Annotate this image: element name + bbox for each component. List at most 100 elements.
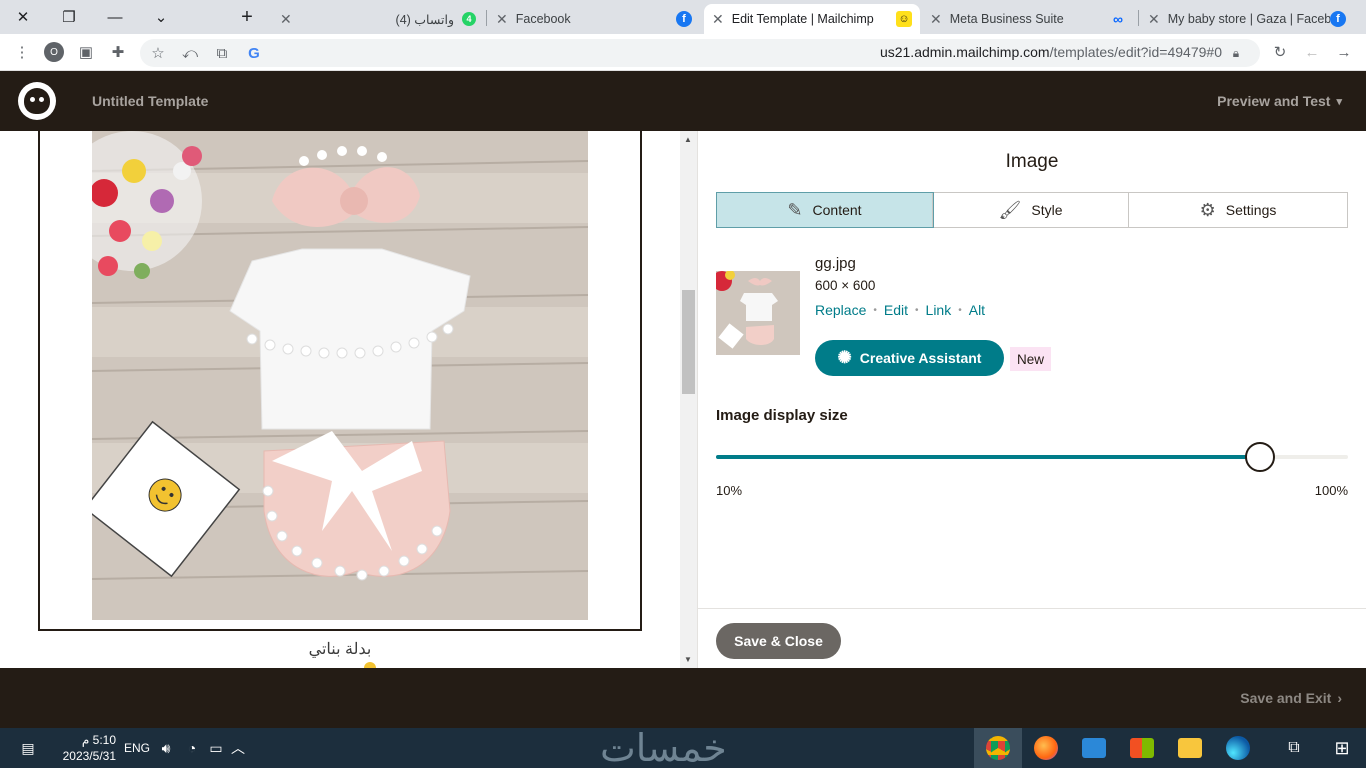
browser-tab-whatsapp[interactable]: ✕ واتساب (4) 4 [272, 4, 484, 34]
slider-fill [716, 455, 1260, 459]
tab-search-chevron-icon[interactable]: ⌄ [138, 0, 184, 34]
url-text[interactable]: us21.admin.mailchimp.com/templates/edit?… [880, 44, 1222, 60]
mailchimp-footer: Save and Exit › [0, 668, 1366, 728]
facebook-icon: f [676, 11, 692, 27]
taskbar-start[interactable]: ⊞ [1318, 728, 1366, 768]
new-tab-icon[interactable]: + [224, 0, 270, 34]
reload-icon[interactable]: ↻ [1270, 42, 1290, 62]
bookmark-star-icon[interactable]: ☆ [148, 43, 168, 63]
show-hidden-icons-chevron[interactable]: ︿ [226, 736, 250, 760]
browser-tab-meta-business-suite[interactable]: ✕ Meta Business Suite ∞ [922, 4, 1136, 34]
tab-title: Facebook [515, 12, 571, 26]
taskbar-edge[interactable] [1214, 728, 1262, 768]
creative-assistant-label: Creative Assistant [859, 350, 982, 366]
side-panel-icon[interactable]: ▣ [76, 42, 96, 62]
network-icon[interactable]: ◔ [180, 736, 204, 760]
windows-start-icon: ⊞ [1334, 737, 1350, 758]
close-tab-icon[interactable]: ✕ [496, 11, 508, 28]
tab-content[interactable]: ✎ Content [716, 192, 934, 228]
browser-tab-mailchimp[interactable]: ✕ Edit Template | Mailchimp ☺ [704, 4, 920, 34]
restore-window-icon[interactable]: ❐ [46, 0, 92, 34]
preview-label: Preview and Test [1217, 93, 1331, 109]
new-badge: New [1010, 347, 1052, 371]
replace-link[interactable]: Replace [815, 302, 866, 318]
tab-title: My baby store | Gaza | Faceb [1167, 12, 1330, 26]
profile-avatar[interactable]: O [44, 42, 64, 62]
scroll-down-arrow-icon[interactable]: ▼ [684, 655, 692, 664]
separator-dot: • [873, 304, 877, 316]
taskbar-chrome[interactable] [974, 728, 1022, 768]
khamsat-watermark: خمسات [600, 726, 727, 768]
save-and-close-button[interactable]: Save & Close [716, 623, 841, 659]
separator-dot: • [958, 304, 962, 316]
notifications-icon[interactable]: ▤ [16, 736, 40, 760]
canvas-scrollbar[interactable]: ▲ ▼ [680, 131, 697, 668]
lock-icon[interactable]: 🔒︎ [1226, 43, 1246, 63]
preview-and-test-button[interactable]: Preview and Test ▾ [1217, 93, 1342, 109]
tab-title: واتساب (4) [395, 12, 454, 27]
edge-icon [1226, 736, 1250, 760]
language-indicator[interactable]: ENG [124, 741, 150, 755]
edit-link[interactable]: Edit [884, 302, 908, 318]
file-dimensions: 600 × 600 [815, 278, 876, 293]
tab-style[interactable]: 🖌︎ Style [933, 193, 1129, 227]
close-tab-icon[interactable]: ✕ [280, 11, 292, 28]
display-size-slider[interactable] [716, 442, 1348, 472]
forward-icon[interactable]: ← [1302, 42, 1322, 62]
url-path: /templates/edit?id=49479#0 [1049, 44, 1222, 60]
browser-tab-my-baby-store[interactable]: ✕ My baby store | Gaza | Faceb f [1140, 4, 1354, 34]
folder-icon [1178, 738, 1202, 758]
product-image[interactable] [92, 131, 588, 620]
share-icon[interactable]: ⤺ [180, 43, 200, 63]
taskbar-file-explorer[interactable] [1166, 728, 1214, 768]
close-tab-icon[interactable]: ✕ [712, 11, 724, 28]
slider-min-label: 10% [716, 483, 743, 498]
close-tab-icon[interactable]: ✕ [930, 11, 942, 28]
gear-icon: ⚙ [1199, 199, 1216, 220]
taskbar-firefox[interactable] [1022, 728, 1070, 768]
tab-content-label: Content [812, 202, 862, 218]
chevron-down-icon: ▾ [1336, 95, 1342, 108]
back-icon[interactable]: → [1334, 42, 1354, 62]
chrome-icon [986, 736, 1010, 760]
image-caption[interactable]: بدلة بناتي [0, 639, 680, 659]
alt-link[interactable]: Alt [969, 302, 985, 318]
close-tab-icon[interactable]: ✕ [1148, 11, 1160, 28]
mail-icon [1082, 738, 1106, 758]
browser-address-bar: ⋮ O ▣ ✚ ☆ ⤺ ⧉ G 🔒︎ us21.admin.mailchimp.… [0, 34, 1366, 71]
close-window-icon[interactable]: ✕ [0, 0, 46, 34]
creative-assistant-button[interactable]: ✺ Creative Assistant [815, 340, 1004, 376]
google-icon: G [248, 44, 260, 62]
link-link[interactable]: Link [926, 302, 952, 318]
profile-initial: O [44, 42, 64, 62]
taskbar-task-view[interactable]: ⧉ [1270, 728, 1318, 768]
brush-icon: 🖌︎ [998, 199, 1022, 220]
image-thumbnail[interactable] [716, 271, 800, 355]
browser-tab-facebook[interactable]: ✕ Facebook f [488, 4, 700, 34]
tab-settings[interactable]: ⚙ Settings [1129, 193, 1347, 227]
tab-style-label: Style [1031, 202, 1063, 218]
system-clock[interactable]: 5:10 م 2023/5/31 [52, 732, 116, 764]
slider-knob[interactable] [1244, 442, 1275, 472]
clock-date: 2023/5/31 [62, 749, 116, 763]
translate-icon[interactable]: ⧉ [212, 43, 232, 63]
image-editor-panel: Image ✎ Content 🖌︎ Style ⚙ Settings gg.j… [698, 131, 1366, 668]
firefox-icon [1034, 736, 1058, 760]
save-and-exit-button[interactable]: Save and Exit › [1240, 690, 1342, 706]
taskbar-mail[interactable] [1070, 728, 1118, 768]
scroll-up-arrow-icon[interactable]: ▲ [684, 135, 692, 144]
panel-footer-divider [698, 608, 1366, 609]
extensions-icon[interactable]: ✚ [108, 42, 128, 62]
tab-title: Edit Template | Mailchimp [731, 12, 874, 26]
mailchimp-logo[interactable] [18, 82, 56, 120]
battery-icon[interactable]: ▭ [204, 736, 228, 760]
template-title[interactable]: Untitled Template [92, 93, 208, 109]
taskbar-store[interactable] [1118, 728, 1166, 768]
tab-settings-label: Settings [1225, 202, 1277, 218]
url-host: us21.admin.mailchimp.com [879, 44, 1050, 60]
minimize-window-icon[interactable]: — [92, 0, 138, 34]
browser-menu-icon[interactable]: ⋮ [12, 42, 32, 62]
task-view-icon: ⧉ [1288, 739, 1300, 756]
scrollbar-thumb[interactable] [682, 290, 695, 394]
volume-icon[interactable]: 🔊︎ [154, 736, 178, 760]
